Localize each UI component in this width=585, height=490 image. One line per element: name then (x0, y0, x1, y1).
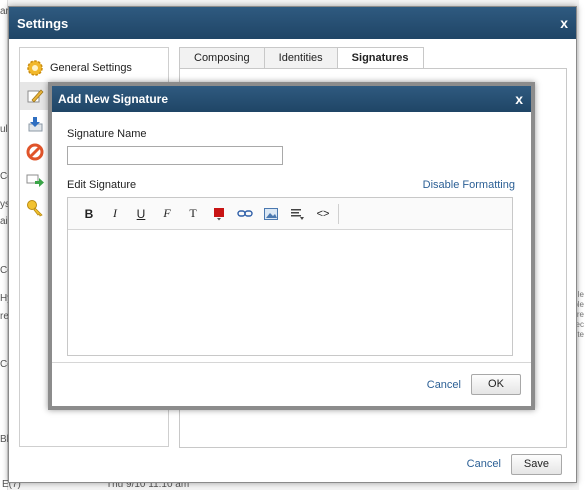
settings-close-icon[interactable]: x (560, 16, 568, 30)
nav-item-general-settings[interactable]: General Settings (20, 54, 168, 82)
background-text: le (577, 290, 584, 299)
add-signature-close-icon[interactable]: x (515, 92, 523, 106)
insert-link-button[interactable] (232, 204, 258, 224)
add-signature-footer: Cancel OK (52, 362, 531, 406)
signature-editor: B I U F T <> (67, 197, 513, 356)
underline-button[interactable]: U (128, 204, 154, 224)
toolbar-divider (338, 203, 339, 224)
add-signature-title: Add New Signature (58, 92, 169, 106)
settings-footer: Cancel Save (9, 446, 576, 482)
signature-editor-area[interactable] (68, 230, 512, 355)
add-signature-body: Signature Name Edit Signature Disable Fo… (52, 112, 531, 362)
font-size-button[interactable]: T (180, 204, 206, 224)
align-button[interactable] (284, 204, 310, 224)
bold-button[interactable]: B (76, 204, 102, 224)
background-right-column (579, 0, 585, 490)
add-signature-dialog: Add New Signature x Signature Name Edit … (48, 82, 535, 410)
disable-formatting-link[interactable]: Disable Formatting (423, 179, 515, 191)
add-signature-titlebar: Add New Signature x (52, 86, 531, 112)
source-code-button[interactable]: <> (310, 204, 336, 224)
ok-button[interactable]: OK (471, 374, 521, 395)
settings-cancel-link[interactable]: Cancel (467, 458, 501, 470)
save-button[interactable]: Save (510, 453, 562, 475)
add-signature-cancel-link[interactable]: Cancel (427, 379, 461, 391)
forward-mail-icon (26, 171, 44, 189)
text-color-button[interactable] (206, 204, 232, 224)
tab-composing[interactable]: Composing (179, 47, 265, 69)
italic-button[interactable]: I (102, 204, 128, 224)
compose-icon (26, 87, 44, 105)
signature-name-label: Signature Name (67, 128, 147, 140)
editor-toolbar: B I U F T <> (68, 198, 512, 230)
gear-icon (26, 59, 44, 77)
settings-title: Settings (17, 15, 69, 31)
key-icon (26, 199, 44, 217)
download-arrow-icon (26, 115, 44, 133)
nav-item-label: General Settings (50, 62, 132, 74)
settings-titlebar: Settings x (9, 7, 576, 39)
align-icon (291, 208, 304, 220)
text-color-icon (214, 207, 224, 220)
tab-identities[interactable]: Identities (263, 47, 338, 69)
settings-tabs: Composing Identities Signatures (179, 47, 424, 70)
edit-signature-label: Edit Signature (67, 179, 137, 191)
font-family-button[interactable]: F (154, 204, 180, 224)
link-icon (237, 209, 253, 217)
image-icon (264, 207, 278, 220)
background-mail-list (0, 0, 8, 490)
block-icon (26, 143, 44, 161)
signature-name-input[interactable] (67, 146, 283, 165)
tab-signatures[interactable]: Signatures (336, 47, 424, 70)
insert-image-button[interactable] (258, 204, 284, 224)
background-text: re (576, 310, 584, 319)
